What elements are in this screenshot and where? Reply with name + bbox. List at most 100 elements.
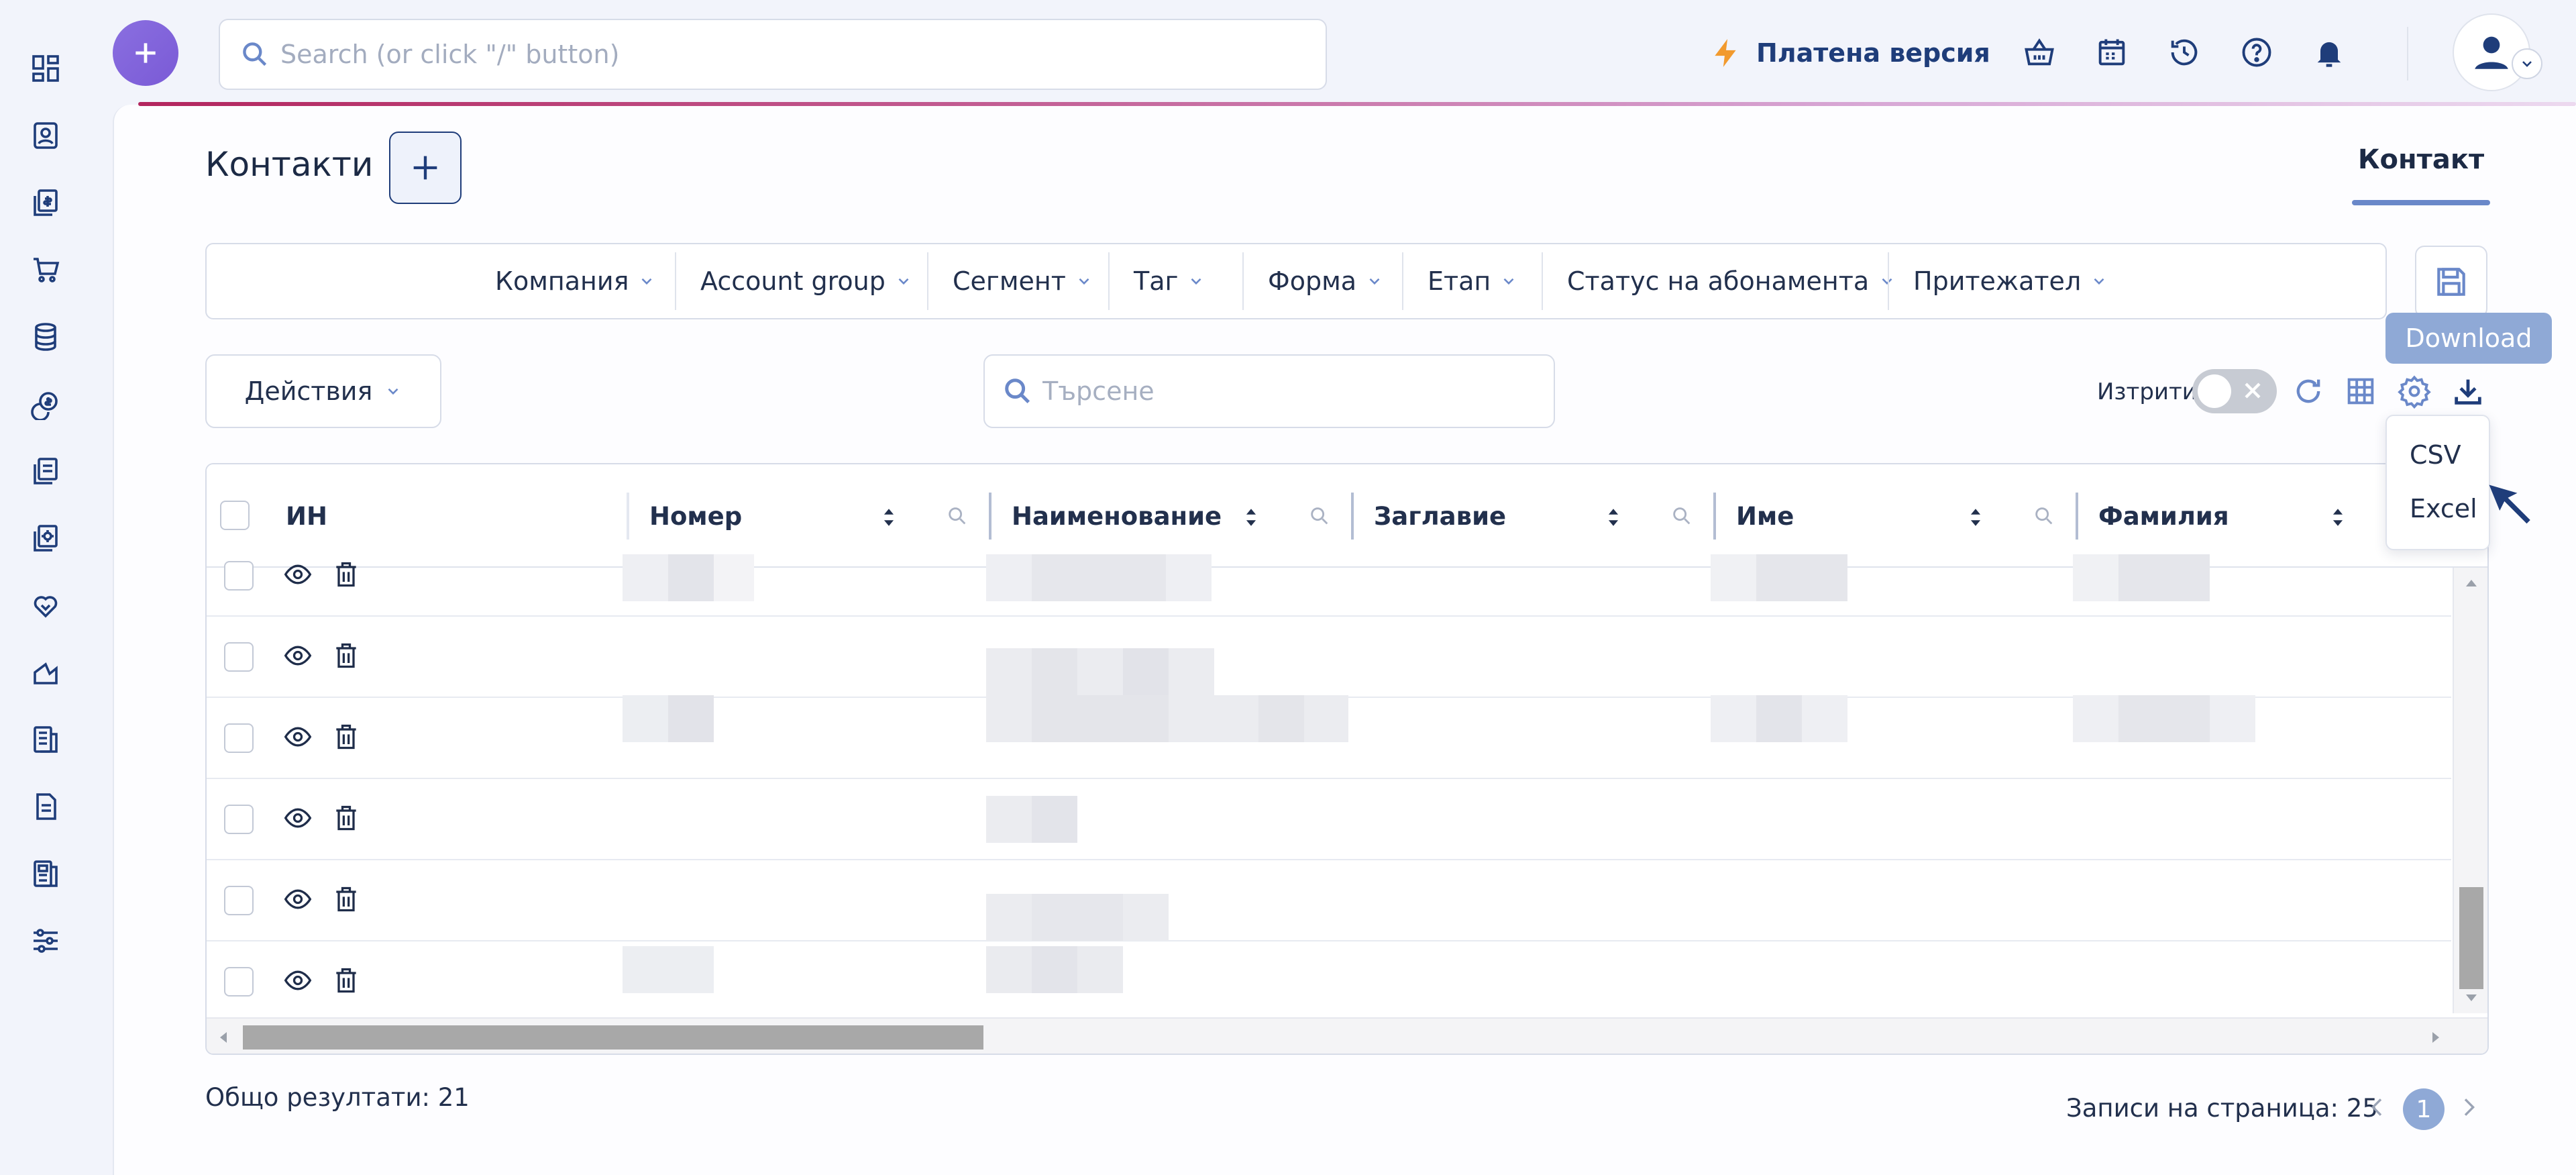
topbar-divider bbox=[2407, 27, 2408, 81]
tab-contact[interactable]: Контакт bbox=[2352, 144, 2490, 175]
documents-icon[interactable] bbox=[24, 450, 67, 493]
cart-icon[interactable] bbox=[24, 248, 67, 291]
chevron-right-icon[interactable] bbox=[2455, 1094, 2482, 1121]
eye-icon[interactable] bbox=[283, 803, 313, 833]
eye-icon[interactable] bbox=[283, 722, 313, 752]
row-checkbox[interactable] bbox=[224, 967, 254, 997]
column-divider[interactable] bbox=[2076, 493, 2078, 540]
toggle-knob bbox=[2198, 374, 2231, 408]
settings-document-icon[interactable] bbox=[24, 517, 67, 560]
eye-icon[interactable] bbox=[283, 884, 313, 914]
invoices-icon[interactable] bbox=[24, 181, 67, 224]
save-filter-button[interactable] bbox=[2415, 246, 2487, 318]
sliders-icon[interactable] bbox=[24, 919, 67, 962]
table-search-input[interactable] bbox=[1042, 376, 1554, 406]
global-search-input[interactable] bbox=[280, 40, 1326, 69]
filter-account-group[interactable]: Account group bbox=[700, 244, 912, 318]
paid-version-link[interactable]: Платена версия bbox=[1709, 31, 1990, 75]
filter-owner[interactable]: Притежател bbox=[1913, 244, 2108, 318]
gear-icon[interactable] bbox=[2394, 370, 2435, 412]
download-excel-option[interactable]: Excel bbox=[2410, 494, 2477, 523]
sort-icon[interactable] bbox=[2326, 505, 2349, 530]
vertical-scroll-thumb[interactable] bbox=[2459, 887, 2483, 989]
eye-icon[interactable] bbox=[283, 560, 313, 589]
chart-icon[interactable] bbox=[24, 651, 67, 694]
sort-icon[interactable] bbox=[877, 505, 900, 530]
search-icon[interactable] bbox=[946, 505, 969, 527]
sort-icon[interactable] bbox=[1602, 505, 1625, 530]
filter-stage[interactable]: Етап bbox=[1428, 244, 1517, 318]
refresh-icon[interactable] bbox=[2288, 370, 2329, 412]
row-checkbox[interactable] bbox=[224, 805, 254, 834]
dashboard-icon[interactable] bbox=[24, 47, 67, 90]
user-menu-toggle[interactable] bbox=[2512, 48, 2542, 79]
scroll-right-icon[interactable] bbox=[2428, 1029, 2442, 1045]
row-checkbox[interactable] bbox=[224, 561, 254, 591]
quick-add-button[interactable] bbox=[113, 20, 178, 86]
column-divider[interactable] bbox=[1713, 493, 1716, 540]
scroll-down-icon[interactable] bbox=[2463, 990, 2479, 1004]
sort-icon[interactable] bbox=[1964, 505, 1987, 530]
add-contact-button[interactable] bbox=[389, 132, 462, 204]
column-header-number[interactable]: Номер bbox=[649, 499, 742, 533]
deleted-toggle[interactable] bbox=[2192, 369, 2277, 413]
column-header-first-name[interactable]: Име bbox=[1736, 499, 1794, 533]
column-divider[interactable] bbox=[1351, 493, 1354, 540]
database-icon[interactable] bbox=[24, 315, 67, 358]
filter-tag[interactable]: Таг bbox=[1134, 244, 1205, 318]
trash-icon[interactable] bbox=[331, 558, 361, 591]
search-icon[interactable] bbox=[1308, 505, 1331, 527]
row-checkbox[interactable] bbox=[224, 723, 254, 753]
handshake-icon[interactable] bbox=[24, 584, 67, 627]
newspaper-icon[interactable] bbox=[24, 852, 67, 895]
horizontal-scroll-thumb[interactable] bbox=[243, 1025, 983, 1050]
records-per-page[interactable]: Записи на страница: 25 bbox=[2066, 1094, 2378, 1123]
money-icon[interactable] bbox=[24, 382, 67, 425]
select-all-checkbox[interactable] bbox=[220, 501, 250, 530]
download-icon[interactable] bbox=[2447, 370, 2489, 412]
row-checkbox[interactable] bbox=[224, 642, 254, 672]
eye-icon[interactable] bbox=[283, 641, 313, 670]
plus-icon bbox=[131, 38, 160, 68]
chevron-left-icon[interactable] bbox=[2364, 1094, 2391, 1121]
trash-icon[interactable] bbox=[331, 640, 361, 672]
bell-icon[interactable] bbox=[2308, 31, 2351, 74]
actions-label: Действия bbox=[244, 376, 373, 406]
history-icon[interactable] bbox=[2163, 31, 2206, 74]
reports-icon[interactable] bbox=[24, 718, 67, 761]
chevron-down-icon bbox=[1500, 272, 1517, 290]
pagination-current-page[interactable]: 1 bbox=[2403, 1088, 2445, 1130]
download-csv-option[interactable]: CSV bbox=[2410, 440, 2461, 470]
scroll-up-icon[interactable] bbox=[2463, 577, 2479, 591]
vertical-scrollbar[interactable] bbox=[2453, 568, 2487, 1013]
column-header-last-name[interactable]: Фамилия bbox=[2098, 499, 2229, 533]
calendar-icon[interactable] bbox=[2090, 31, 2133, 74]
horizontal-scrollbar[interactable] bbox=[207, 1017, 2487, 1054]
filter-form[interactable]: Форма bbox=[1268, 244, 1383, 318]
file-icon[interactable] bbox=[24, 785, 67, 828]
search-icon[interactable] bbox=[1670, 505, 1693, 527]
filter-subscription-status[interactable]: Статус на абонамента bbox=[1567, 244, 1896, 318]
filter-company[interactable]: Компания bbox=[495, 244, 655, 318]
column-header-name[interactable]: Наименование bbox=[1012, 499, 1222, 533]
search-icon[interactable] bbox=[2033, 505, 2055, 527]
scroll-left-icon[interactable] bbox=[217, 1029, 231, 1045]
trash-icon[interactable] bbox=[331, 883, 361, 915]
actions-dropdown[interactable]: Действия bbox=[205, 354, 441, 428]
eye-icon[interactable] bbox=[283, 966, 313, 995]
basket-icon[interactable] bbox=[2018, 31, 2061, 74]
trash-icon[interactable] bbox=[331, 964, 361, 997]
trash-icon[interactable] bbox=[331, 802, 361, 834]
filter-label: Таг bbox=[1134, 266, 1179, 296]
column-header-in[interactable]: ИН bbox=[286, 499, 327, 533]
filter-segment[interactable]: Сегмент bbox=[953, 244, 1093, 318]
help-icon[interactable] bbox=[2235, 31, 2278, 74]
column-divider[interactable] bbox=[627, 493, 629, 540]
column-divider[interactable] bbox=[989, 493, 991, 540]
trash-icon[interactable] bbox=[331, 721, 361, 753]
column-header-title[interactable]: Заглавие bbox=[1374, 499, 1506, 533]
sort-icon[interactable] bbox=[1240, 505, 1263, 530]
contact-card-icon[interactable] bbox=[24, 114, 67, 157]
row-checkbox[interactable] bbox=[224, 886, 254, 915]
grid-view-icon[interactable] bbox=[2340, 370, 2381, 412]
